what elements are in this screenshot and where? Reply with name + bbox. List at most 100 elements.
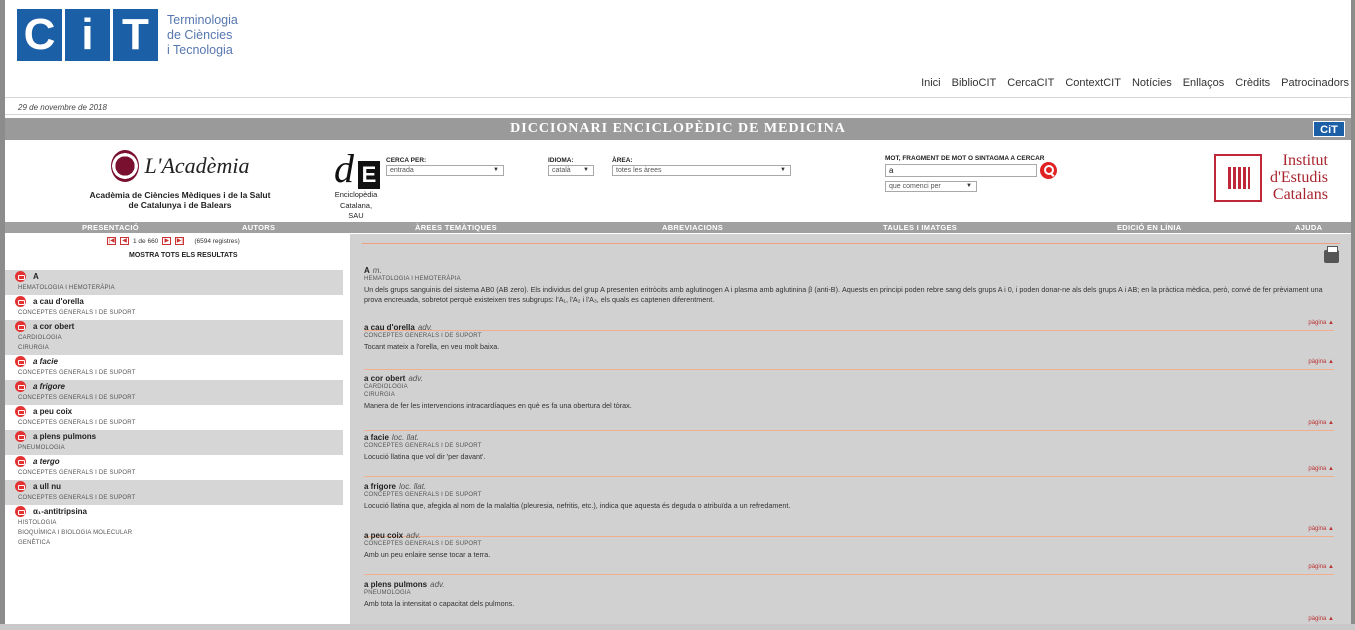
search-mode-select[interactable]: que comenci per ▼ [885,181,977,192]
current-date: 29 de novembre de 2018 [18,103,107,112]
divider [5,114,1351,115]
iec-line1: Institut [1282,152,1328,169]
result-item[interactable]: a cau d'orella CONCEPTES GENERALS I DE SU… [5,295,343,320]
result-item[interactable]: α₁-antitripsina HISTOLOGIA BIOQUÍMICA I BI… [5,505,343,550]
idioma-label: IDIOMA: [548,157,574,164]
back-to-top-link[interactable]: pàgina ▲ [1308,420,1334,426]
divider [364,574,1334,575]
entry-term: a frigore loc. llat. [364,482,427,491]
chevron-down-icon: ▼ [583,167,589,173]
cit-logo[interactable]: C i T Terminologia de Ciències i Tecnolo… [17,9,238,61]
logo-letter-t: T [113,9,158,61]
enciclopedia-mark-icon: d E [330,145,382,191]
menu-edicio-en-linia[interactable]: EDICIÓ EN LÍNIA [1117,222,1182,233]
result-item[interactable]: a plens pulmons PNEUMOLOGIA [5,430,343,455]
next-page-icon[interactable]: ▶ [162,237,172,245]
result-term[interactable]: a ull nu [33,482,61,491]
result-term[interactable]: a cor obert [33,322,74,331]
result-area: CONCEPTES GENERALS I DE SUPORT [18,420,136,426]
result-term[interactable]: A [33,272,39,281]
entry-grammar: m. [372,266,382,275]
logo-letter-i: i [65,9,110,61]
result-term[interactable]: a tergo [33,457,60,466]
cit-badge[interactable]: CiT [1313,121,1345,137]
result-term[interactable]: α₁-antitripsina [33,507,87,516]
prev-page-icon[interactable]: ◀ [120,237,129,245]
cerca-per-select[interactable]: entrada ▼ [386,165,504,176]
nav-credits[interactable]: Crèdits [1235,77,1270,89]
logo-letter-c: C [17,9,62,61]
view-entry-icon[interactable] [15,356,26,367]
search-button[interactable] [1040,162,1057,179]
menu-taules-imatges[interactable]: TAULES I IMATGES [883,222,957,233]
search-term-label: MOT, FRAGMENT DE MOT O SINTAGMA A CERCAR [885,155,1045,162]
nav-enllacos[interactable]: Enllaços [1183,77,1225,89]
view-entry-icon[interactable] [15,431,26,442]
printer-icon[interactable] [1324,246,1339,263]
view-entry-icon[interactable] [15,381,26,392]
entry-grammar: adv. [408,374,423,383]
result-item[interactable]: a peu coix CONCEPTES GENERALS I DE SUPORT [5,405,343,430]
entry-grammar: adv. [406,531,421,540]
iec-line3: Catalans [1272,186,1328,203]
view-entry-icon[interactable] [15,481,26,492]
entry-definition: Un dels grups sanguinis del sistema AB0 … [364,285,1323,304]
pager: |◀ ◀ 1 de 660 ▶ ▶| (6594 registres) [107,237,240,245]
search-input[interactable]: a [885,164,1037,177]
result-area: CONCEPTES GENERALS I DE SUPORT [18,395,136,401]
dictionary-title-bar: DICCIONARI ENCICLOPÈDIC DE MEDICINA CiT [5,118,1351,140]
result-term[interactable]: a cau d'orella [33,297,84,306]
result-term[interactable]: a plens pulmons [33,432,96,441]
nav-noticies[interactable]: Notícies [1132,77,1172,89]
area-select[interactable]: totes les àrees ▼ [612,165,791,176]
menu-presentacio[interactable]: PRESENTACIÓ [82,222,139,233]
result-area: CONCEPTES GENERALS I DE SUPORT [18,370,136,376]
iec-line2: d'Estudis [1270,169,1328,186]
entry-area: CARDIOLOGIA [364,384,408,390]
back-to-top-link[interactable]: pàgina ▲ [1308,564,1334,570]
chevron-down-icon: ▼ [780,167,786,173]
result-term[interactable]: a peu coix [33,407,72,416]
result-term[interactable]: a facie [33,357,58,366]
result-item[interactable]: a cor obert CARDIOLOGIA CIRURGIA [5,320,343,355]
result-item[interactable]: A HEMATOLOGIA I HEMOTERÀPIA [5,270,343,295]
entry-grammar: loc. llat. [399,482,427,491]
enciclopedia-line3: SAU [348,211,364,220]
academia-logo[interactable]: L'Acadèmia Acadèmia de Ciències Mèdiques… [75,150,285,210]
view-entry-icon[interactable] [15,296,26,307]
view-entry-icon[interactable] [15,506,26,517]
result-item[interactable]: a ull nu CONCEPTES GENERALS I DE SUPORT [5,480,343,505]
result-item[interactable]: a facie CONCEPTES GENERALS I DE SUPORT [5,355,343,380]
divider [364,369,1334,370]
menu-arees-tematiques[interactable]: ÀREES TEMÀTIQUES [415,222,497,233]
view-entry-icon[interactable] [15,321,26,332]
view-entry-icon[interactable] [15,456,26,467]
nav-cercacit[interactable]: CercaCIT [1007,77,1054,89]
menu-ajuda[interactable]: AJUDA [1295,222,1322,233]
last-page-icon[interactable]: ▶| [175,237,185,245]
back-to-top-link[interactable]: pàgina ▲ [1308,359,1334,365]
result-area: CARDIOLOGIA [18,335,62,341]
result-term[interactable]: a frigore [33,382,65,391]
back-to-top-link[interactable]: pàgina ▲ [1308,466,1334,472]
enciclopedia-logo[interactable]: d E Enciclopèdia Catalana, SAU [328,145,384,221]
nav-inici[interactable]: Inici [921,77,941,89]
idioma-select[interactable]: català ▼ [548,165,594,176]
entry-area: PNEUMOLOGIA [364,590,411,596]
view-entry-icon[interactable] [15,406,26,417]
definition-entry: a facie loc. llat. CONCEPTES GENERALS I DE… [364,433,1334,477]
nav-contextcit[interactable]: ContextCIT [1065,77,1121,89]
result-item[interactable]: a frigore CONCEPTES GENERALS I DE SUPORT [5,380,343,405]
menu-abreviacions[interactable]: ABREVIACIONS [662,222,723,233]
view-entry-icon[interactable] [15,271,26,282]
first-page-icon[interactable]: |◀ [107,237,116,245]
horizontal-scrollbar[interactable] [0,624,1355,630]
iec-logo[interactable]: Institut d'Estudis Catalans [1214,152,1328,203]
nav-patrocinadors[interactable]: Patrocinadors [1281,77,1349,89]
result-item[interactable]: a tergo CONCEPTES GENERALS I DE SUPORT [5,455,343,480]
menu-autors[interactable]: AUTORS [242,222,275,233]
back-to-top-link[interactable]: pàgina ▲ [1308,616,1334,622]
nav-bibliocit[interactable]: BiblioCIT [952,77,997,89]
show-all-results-link[interactable]: MOSTRA TOTS ELS RESULTATS [129,252,238,259]
result-area: HISTOLOGIA [18,520,57,526]
